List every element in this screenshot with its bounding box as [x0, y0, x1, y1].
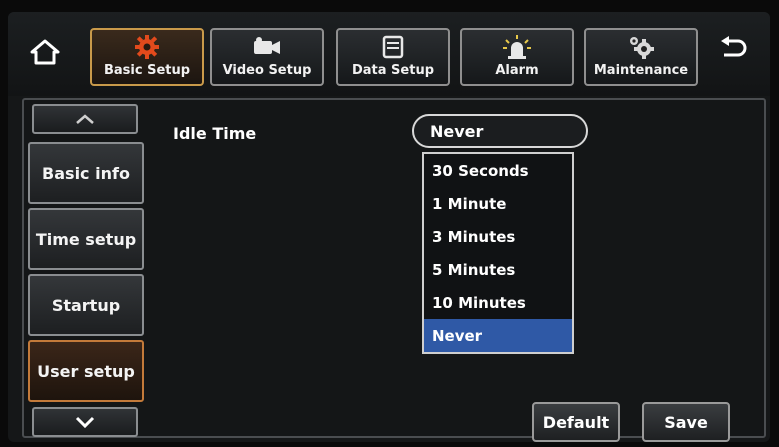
tab-label: Maintenance [593, 63, 689, 78]
top-toolbar: Basic Setup Video Setup Data Setup Alarm… [8, 12, 770, 96]
dropdown-option-3-minutes[interactable]: 3 Minutes [424, 220, 572, 253]
gear-icon [134, 34, 160, 60]
scroll-up-button[interactable] [32, 104, 138, 134]
camera-icon [252, 34, 282, 60]
dropdown-option-30-seconds[interactable]: 30 Seconds [424, 154, 572, 187]
chevron-up-icon [75, 110, 95, 129]
sidebar-item-label: Basic info [42, 163, 130, 183]
tab-basic-setup[interactable]: Basic Setup [90, 28, 204, 86]
dropdown-option-5-minutes[interactable]: 5 Minutes [424, 253, 572, 286]
sidebar-item-basic-info[interactable]: Basic info [28, 142, 144, 204]
tab-label: Video Setup [222, 63, 312, 78]
home-icon [30, 38, 60, 70]
sidebar-item-user-setup[interactable]: User setup [28, 340, 144, 402]
gears-icon [626, 34, 656, 60]
tab-label: Data Setup [351, 63, 435, 78]
dropdown-option-1-minute[interactable]: 1 Minute [424, 187, 572, 220]
save-button[interactable]: Save [642, 402, 730, 442]
tab-data-setup[interactable]: Data Setup [336, 28, 450, 86]
idle-time-label: Idle Time [173, 124, 257, 143]
storage-icon [381, 34, 405, 60]
tab-video-setup[interactable]: Video Setup [210, 28, 324, 86]
back-arrow-icon [718, 35, 748, 65]
idle-time-select[interactable]: Never [412, 114, 588, 148]
tab-maintenance[interactable]: Maintenance [584, 28, 698, 86]
chevron-down-icon [75, 413, 95, 432]
sidebar-item-time-setup[interactable]: Time setup [28, 208, 144, 270]
sidebar-item-label: User setup [37, 361, 135, 381]
tab-label: Alarm [495, 63, 539, 78]
dropdown-option-never[interactable]: Never [424, 319, 572, 352]
default-button[interactable]: Default [532, 402, 620, 442]
sidebar-item-startup[interactable]: Startup [28, 274, 144, 336]
dvr-screen: Basic Setup Video Setup Data Setup Alarm… [8, 12, 770, 442]
tab-label: Basic Setup [103, 63, 191, 78]
dropdown-option-10-minutes[interactable]: 10 Minutes [424, 286, 572, 319]
scroll-down-button[interactable] [32, 407, 138, 437]
sidebar-item-label: Startup [51, 295, 121, 315]
idle-time-dropdown: 30 Seconds 1 Minute 3 Minutes 5 Minutes … [422, 152, 574, 354]
alarm-light-icon [502, 34, 532, 60]
sidebar-item-label: Time setup [35, 229, 137, 249]
home-button[interactable] [18, 30, 72, 78]
back-button[interactable] [706, 26, 760, 74]
tab-alarm[interactable]: Alarm [460, 28, 574, 86]
